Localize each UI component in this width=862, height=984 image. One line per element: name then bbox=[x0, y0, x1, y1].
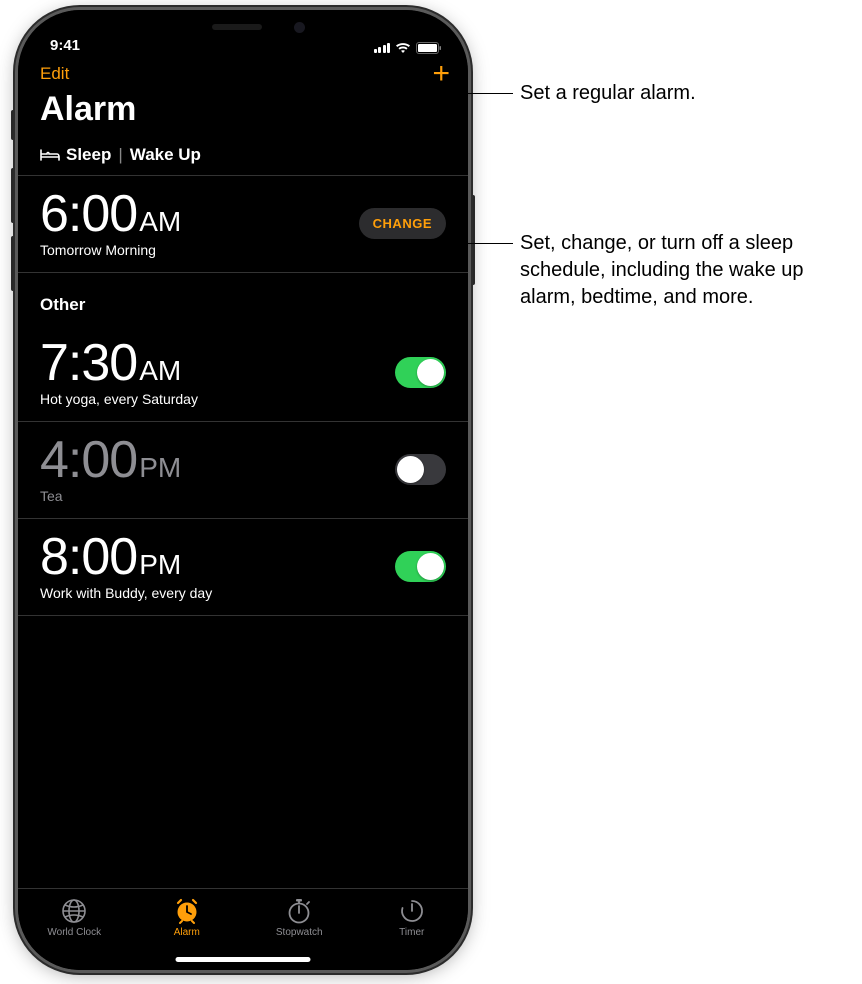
alarm-row[interactable]: 4:00 PM Tea bbox=[18, 422, 468, 519]
sleep-section-header: Sleep | Wake Up bbox=[18, 139, 468, 176]
battery-icon bbox=[416, 42, 442, 54]
tab-world-clock[interactable]: World Clock bbox=[34, 897, 114, 970]
alarm-label: Hot yoga, every Saturday bbox=[40, 391, 198, 407]
alarm-toggle[interactable] bbox=[395, 551, 446, 582]
other-section-header: Other bbox=[18, 273, 468, 325]
tab-label: Timer bbox=[399, 927, 424, 938]
bed-icon bbox=[40, 148, 60, 162]
alarm-ampm: AM bbox=[139, 355, 181, 387]
wakeup-subtitle: Tomorrow Morning bbox=[40, 242, 181, 258]
wakeup-alarm-row[interactable]: 6:00 AM Tomorrow Morning CHANGE bbox=[18, 176, 468, 273]
alarm-time: 4:00 bbox=[40, 434, 137, 486]
silence-switch[interactable] bbox=[11, 110, 16, 140]
callout-line bbox=[433, 93, 513, 94]
wakeup-time: 6:00 bbox=[40, 188, 137, 240]
stopwatch-icon bbox=[286, 897, 312, 925]
alarm-row[interactable]: 8:00 PM Work with Buddy, every day bbox=[18, 519, 468, 616]
tab-label: Alarm bbox=[174, 927, 200, 938]
page-title: Alarm bbox=[18, 86, 468, 139]
nav-bar: Edit + bbox=[18, 56, 468, 86]
globe-icon bbox=[61, 897, 87, 925]
change-button[interactable]: CHANGE bbox=[359, 208, 446, 239]
alarm-time: 7:30 bbox=[40, 337, 137, 389]
alarm-row[interactable]: 7:30 AM Hot yoga, every Saturday bbox=[18, 325, 468, 422]
callout-line bbox=[433, 243, 513, 244]
tab-timer[interactable]: Timer bbox=[372, 897, 452, 970]
alarm-icon bbox=[174, 897, 200, 925]
other-section-label: Other bbox=[40, 295, 85, 315]
timer-icon bbox=[399, 897, 425, 925]
callout-add-alarm: Set a regular alarm. bbox=[520, 80, 696, 107]
alarm-label: Work with Buddy, every day bbox=[40, 585, 212, 601]
sleep-section-label-1: Sleep bbox=[66, 145, 111, 165]
tab-label: Stopwatch bbox=[276, 927, 323, 938]
alarm-time: 8:00 bbox=[40, 531, 137, 583]
wakeup-ampm: AM bbox=[139, 206, 181, 238]
volume-up-button[interactable] bbox=[11, 168, 16, 223]
power-button[interactable] bbox=[470, 195, 475, 285]
section-divider: | bbox=[118, 145, 122, 165]
status-time: 9:41 bbox=[50, 37, 80, 54]
add-alarm-button[interactable]: + bbox=[432, 64, 450, 84]
home-indicator[interactable] bbox=[176, 957, 311, 962]
alarm-toggle[interactable] bbox=[395, 357, 446, 388]
alarm-label: Tea bbox=[40, 488, 181, 504]
tab-label: World Clock bbox=[47, 927, 101, 938]
alarm-list[interactable]: Sleep | Wake Up 6:00 AM Tomorrow Morning… bbox=[18, 139, 468, 888]
screen: 9:41 Edit + Alarm bbox=[18, 10, 468, 970]
notch bbox=[143, 10, 343, 44]
alarm-ampm: PM bbox=[139, 452, 181, 484]
sleep-section-label-2: Wake Up bbox=[130, 145, 201, 165]
cellular-signal-icon bbox=[374, 43, 391, 53]
volume-down-button[interactable] bbox=[11, 236, 16, 291]
phone-frame: 9:41 Edit + Alarm bbox=[18, 10, 468, 970]
alarm-toggle[interactable] bbox=[395, 454, 446, 485]
callout-change-schedule: Set, change, or turn off a sleep schedul… bbox=[520, 230, 860, 311]
alarm-ampm: PM bbox=[139, 549, 181, 581]
wifi-icon bbox=[395, 42, 411, 54]
edit-button[interactable]: Edit bbox=[40, 64, 69, 84]
